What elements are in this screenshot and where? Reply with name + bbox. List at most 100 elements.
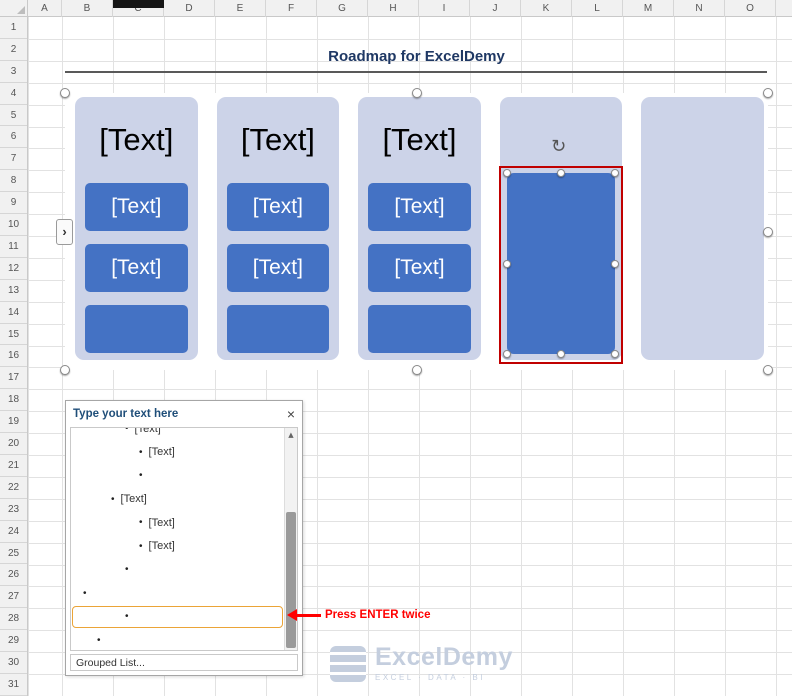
canvas-handle-bl[interactable]	[60, 365, 70, 375]
text-pane-item[interactable]: • [Text]	[71, 511, 284, 535]
row-header-2[interactable]: 2	[0, 39, 27, 61]
smartart-column-title[interactable]: [Text]	[75, 97, 198, 183]
column-header-G[interactable]: G	[317, 0, 368, 17]
gridline-h	[28, 82, 792, 84]
smartart-column-2[interactable]: [Text] [Text] [Text]	[216, 97, 340, 360]
smartart-column-1[interactable]: [Text] [Text] [Text]	[75, 97, 198, 360]
row-header-22[interactable]: 22	[0, 477, 27, 499]
row-header-10[interactable]: 10	[0, 214, 27, 236]
smartart-canvas[interactable]: [Text] [Text] [Text] [Text] [Text] [Text] [Tex…	[56, 88, 773, 375]
select-all-corner[interactable]	[0, 0, 28, 17]
row-header-23[interactable]: 23	[0, 499, 27, 521]
column-header-F[interactable]: F	[266, 0, 317, 17]
row-header-31[interactable]: 31	[0, 674, 27, 696]
text-pane-item[interactable]: •	[71, 605, 284, 629]
column-header-L[interactable]: L	[572, 0, 623, 17]
selected-shape[interactable]: ↻	[498, 136, 624, 364]
row-header-20[interactable]: 20	[0, 433, 27, 455]
smartart-item-box[interactable]: [Text]	[85, 183, 188, 231]
row-header-13[interactable]: 13	[0, 280, 27, 302]
smartart-item-box[interactable]	[368, 305, 471, 353]
text-pane-item[interactable]: • [Text]	[71, 535, 284, 559]
canvas-handle-tr[interactable]	[763, 88, 773, 98]
text-pane-item[interactable]: •	[71, 464, 284, 488]
canvas-handle-tm[interactable]	[411, 88, 422, 98]
canvas-handle-mr[interactable]	[763, 226, 773, 237]
text-pane-item[interactable]: • [Text]	[71, 488, 284, 512]
text-pane-item[interactable]: • [Text]	[71, 441, 284, 465]
column-header-I[interactable]: I	[419, 0, 470, 17]
row-header-7[interactable]: 7	[0, 148, 27, 171]
column-header-O[interactable]: O	[725, 0, 776, 17]
shape-handle-mr[interactable]	[611, 259, 620, 268]
row-header-5[interactable]: 5	[0, 105, 27, 127]
row-header-9[interactable]: 9	[0, 192, 27, 215]
row-header-11[interactable]: 11	[0, 236, 27, 258]
smartart-item-box[interactable]: [Text]	[226, 244, 330, 292]
smartart-item-box[interactable]	[226, 305, 330, 353]
row-header-19[interactable]: 19	[0, 411, 27, 434]
sheet-title: Roadmap for ExcelDemy	[328, 48, 505, 65]
canvas-handle-br[interactable]	[763, 365, 773, 375]
row-header-6[interactable]: 6	[0, 127, 27, 149]
smartart-item-box[interactable]: [Text]	[85, 244, 188, 292]
row-header-3[interactable]: 3	[0, 61, 27, 83]
text-pane-toggle-button[interactable]: ›	[56, 218, 73, 245]
rotate-handle-icon[interactable]: ↻	[551, 136, 566, 157]
text-pane-item[interactable]: • [Text]	[71, 428, 284, 441]
canvas-handle-tl[interactable]	[60, 88, 70, 98]
text-pane-item[interactable]: •	[71, 582, 284, 606]
smartart-column-title[interactable]: [Text]	[217, 97, 340, 183]
smartart-column-5[interactable]	[641, 97, 764, 360]
text-pane-item[interactable]: •	[71, 629, 284, 651]
row-header-4[interactable]: 4	[0, 83, 27, 105]
row-header-24[interactable]: 24	[0, 521, 27, 543]
row-header-30[interactable]: 30	[0, 652, 27, 674]
smartart-item-box[interactable]: [Text]	[226, 183, 330, 231]
column-header-E[interactable]: E	[215, 0, 266, 17]
gridline-v	[28, 17, 29, 696]
row-header-17[interactable]: 17	[0, 367, 27, 390]
enter-highlight-box	[72, 606, 283, 628]
row-header-16[interactable]: 16	[0, 346, 27, 368]
column-header-A[interactable]: A	[28, 0, 62, 17]
smartart-item-box[interactable]: [Text]	[368, 244, 471, 292]
scroll-up-icon[interactable]: ▲	[285, 428, 297, 442]
smartart-column-3[interactable]: [Text] [Text] [Text]	[358, 97, 481, 360]
column-header-B[interactable]: B	[62, 0, 113, 17]
row-header-12[interactable]: 12	[0, 258, 27, 280]
column-header-D[interactable]: D	[164, 0, 215, 17]
column-header-J[interactable]: J	[470, 0, 521, 17]
shape-handle-bl[interactable]	[502, 350, 511, 358]
row-header-1[interactable]: 1	[0, 17, 27, 39]
smartart-column-title[interactable]: [Text]	[358, 97, 481, 183]
row-header-28[interactable]: 28	[0, 608, 27, 631]
column-header-M[interactable]: M	[623, 0, 674, 17]
row-header-29[interactable]: 29	[0, 630, 27, 653]
row-header-26[interactable]: 26	[0, 565, 27, 587]
selection-red-border	[498, 166, 624, 364]
text-pane-footer: Grouped List...	[70, 654, 298, 671]
column-header-N[interactable]: N	[674, 0, 725, 17]
scrollbar-thumb[interactable]	[286, 512, 296, 648]
text-pane-item[interactable]: •	[71, 558, 284, 582]
gridline-v	[776, 17, 777, 696]
bullet-icon: •	[97, 634, 101, 646]
smartart-column-4[interactable]: ↻	[498, 97, 624, 364]
row-header-21[interactable]: 21	[0, 455, 27, 477]
row-header-27[interactable]: 27	[0, 586, 27, 609]
shape-handle-tl[interactable]	[502, 169, 511, 177]
column-header-H[interactable]: H	[368, 0, 419, 17]
chevron-right-icon: ›	[62, 224, 67, 239]
row-header-15[interactable]: 15	[0, 324, 27, 346]
row-header-8[interactable]: 8	[0, 170, 27, 193]
shape-handle-ml[interactable]	[502, 259, 511, 268]
canvas-handle-bm[interactable]	[411, 365, 422, 375]
row-header-14[interactable]: 14	[0, 302, 27, 324]
smartart-item-box[interactable]: [Text]	[368, 183, 471, 231]
row-header-25[interactable]: 25	[0, 543, 27, 565]
close-icon[interactable]: ×	[287, 406, 295, 422]
smartart-item-box[interactable]	[85, 305, 188, 353]
column-header-K[interactable]: K	[521, 0, 572, 17]
row-header-18[interactable]: 18	[0, 389, 27, 412]
